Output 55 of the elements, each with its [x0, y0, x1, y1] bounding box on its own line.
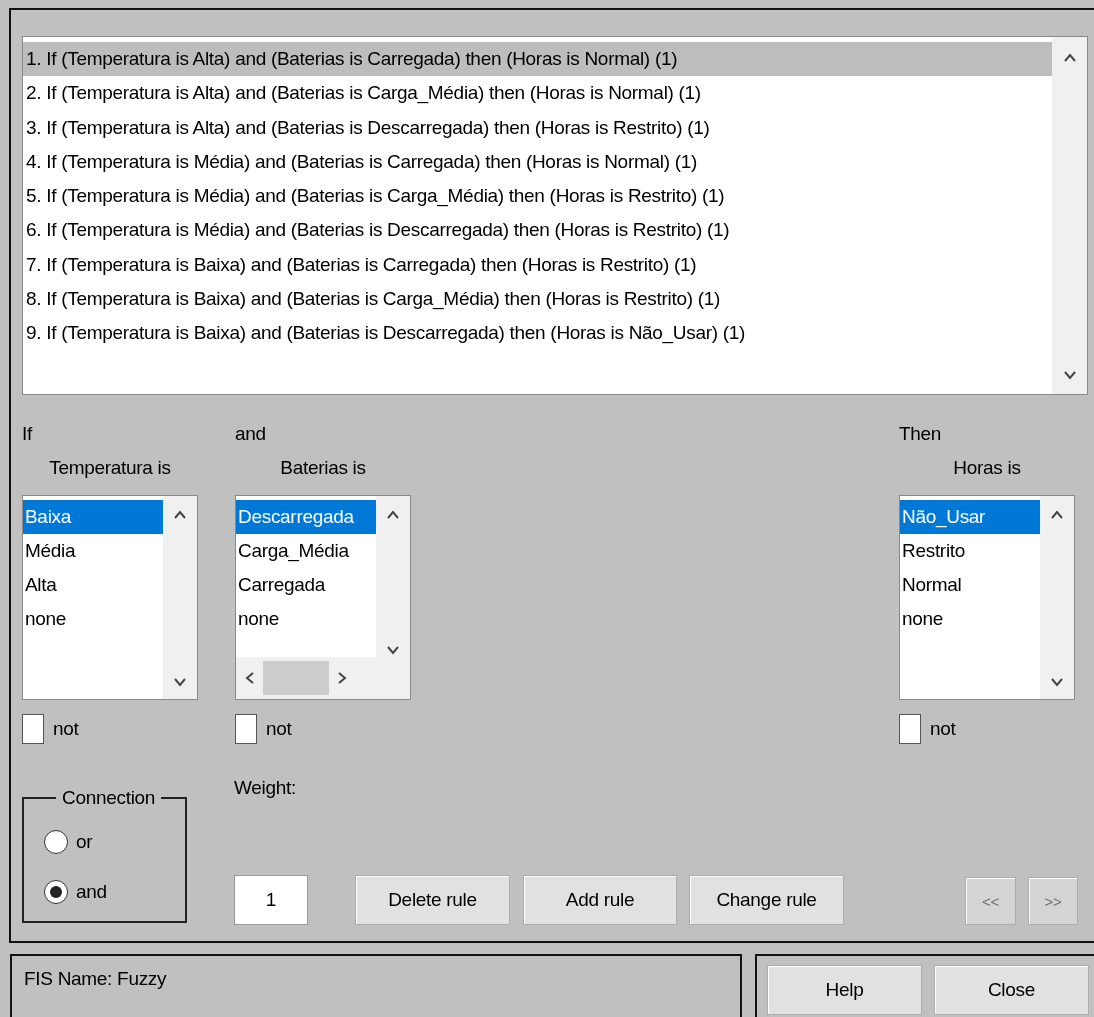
scrollbar[interactable] — [376, 496, 410, 657]
delete-rule-button[interactable]: Delete rule — [355, 875, 510, 925]
checkbox-label: not — [930, 718, 956, 740]
rule-row[interactable]: 4. If (Temperatura is Média) and (Baterias is Carregada) then (Horas is Normal) (1) — [23, 144, 1052, 180]
variable-label: Temperatura is — [49, 456, 171, 480]
radio-label: and — [76, 881, 107, 903]
close-button[interactable]: Close — [934, 965, 1089, 1015]
list-item[interactable]: none — [236, 602, 376, 636]
checkbox-label: not — [53, 718, 79, 740]
rule-row[interactable]: 1. If (Temperatura is Alta) and (Baterias is Carregada) then (Horas is Normal) (1) — [23, 42, 1052, 77]
rule-row[interactable]: 6. If (Temperatura is Média) and (Baterias is Descarregada) then (Horas is Restrito) (1) — [23, 213, 1052, 248]
membership-list[interactable]: Não_Usar Restrito Normal none — [899, 495, 1075, 700]
membership-list[interactable]: Baixa Média Alta none — [22, 495, 198, 700]
change-rule-button[interactable]: Change rule — [689, 875, 844, 925]
section-heading: Then — [899, 422, 943, 446]
list-item[interactable]: none — [900, 602, 1040, 636]
variable-label: Baterias is — [280, 456, 366, 480]
rule-row[interactable]: 5. If (Temperatura is Média) and (Baterias is Carga_Média) then (Horas is Restrito) (1) — [23, 179, 1052, 214]
list-item[interactable]: Carga_Média — [236, 534, 376, 568]
list-item[interactable]: Carregada — [236, 568, 376, 602]
fis-name-label: FIS Name: Fuzzy — [24, 968, 167, 989]
section-heading: and — [235, 422, 267, 446]
variable-label: Horas is — [953, 456, 1021, 480]
weight-field[interactable]: 1 — [234, 875, 308, 925]
membership-list[interactable]: Descarregada Carga_Média Carregada none — [235, 495, 411, 700]
radio-button[interactable] — [44, 830, 68, 854]
add-rule-button[interactable]: Add rule — [523, 875, 677, 925]
list-item[interactable]: Normal — [900, 568, 1040, 602]
list-item[interactable]: Não_Usar — [900, 500, 1040, 534]
rule-row[interactable]: 8. If (Temperatura is Baixa) and (Baterias is Carga_Média) then (Horas is Restrito) (1) — [23, 282, 1052, 317]
list-item[interactable]: Alta — [23, 568, 163, 602]
rule-list[interactable] — [22, 36, 1088, 395]
scrollbar[interactable] — [1040, 496, 1074, 699]
scrollbar[interactable] — [163, 496, 197, 699]
checkbox[interactable] — [22, 714, 44, 744]
list-item[interactable]: Baixa — [23, 500, 163, 534]
section-heading: If — [22, 422, 34, 446]
checkbox-label: not — [266, 718, 292, 740]
rule-row[interactable]: 9. If (Temperatura is Baixa) and (Baterias is Descarregada) then (Horas is Não_Usar) (1) — [23, 316, 1052, 351]
list-item[interactable]: Média — [23, 534, 163, 568]
help-button[interactable]: Help — [767, 965, 922, 1015]
list-item[interactable]: Descarregada — [236, 500, 376, 534]
radio-button[interactable] — [44, 880, 68, 904]
rule-row[interactable]: 3. If (Temperatura is Alta) and (Baterias is Descarregada) then (Horas is Restrito) (1) — [23, 110, 1052, 145]
list-item[interactable]: Restrito — [900, 534, 1040, 568]
rule-row[interactable]: 2. If (Temperatura is Alta) and (Baterias is Carga_Média) then (Horas is Normal) (1) — [23, 76, 1052, 111]
weight-label: Weight: — [234, 777, 297, 799]
radio-label: or — [76, 831, 93, 853]
checkbox[interactable] — [235, 714, 257, 744]
scrollbar[interactable] — [1052, 37, 1087, 394]
rule-row[interactable]: 7. If (Temperatura is Baixa) and (Baterias is Carregada) then (Horas is Restrito) (1) — [23, 247, 1052, 283]
group-title: Connection — [61, 787, 157, 809]
list-item[interactable]: none — [23, 602, 163, 636]
horizontal-scrollbar[interactable] — [236, 657, 410, 699]
checkbox[interactable] — [899, 714, 921, 744]
